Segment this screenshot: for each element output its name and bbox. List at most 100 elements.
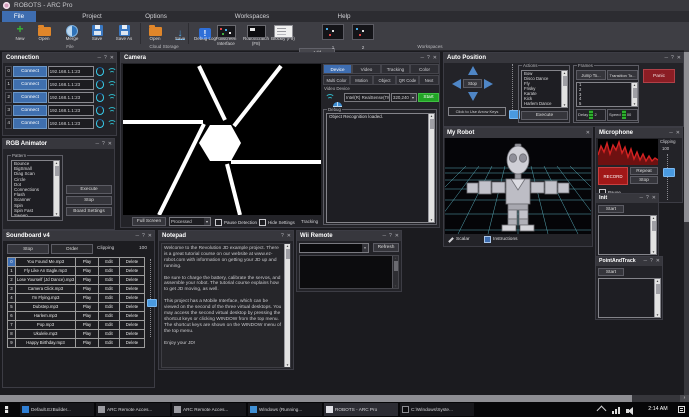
- chevron-down-icon[interactable]: ▾: [362, 244, 368, 252]
- frame-item[interactable]: 5: [577, 102, 637, 107]
- execute-button[interactable]: Execute: [66, 185, 112, 194]
- clipping-slider[interactable]: [667, 154, 668, 200]
- edit-button[interactable]: Edit: [98, 330, 119, 338]
- arrow-left-button[interactable]: [452, 79, 461, 89]
- refresh-button[interactable]: Refresh: [373, 243, 399, 252]
- cloud-save-button[interactable]: ↓ Save: [167, 23, 193, 41]
- delete-button[interactable]: Delete: [119, 330, 144, 338]
- close-icon[interactable]: ✕: [676, 130, 680, 136]
- help-icon[interactable]: ?: [671, 55, 674, 61]
- edit-button[interactable]: Edit: [98, 294, 119, 302]
- help-icon[interactable]: ?: [646, 195, 649, 201]
- save-as-button[interactable]: Save As: [110, 23, 138, 41]
- taskbar-item-1[interactable]: Default.EzBuilder...: [20, 403, 94, 416]
- play-button[interactable]: Play: [75, 294, 98, 302]
- play-button[interactable]: Play: [75, 303, 98, 311]
- close-icon[interactable]: ✕: [677, 55, 681, 61]
- taskbar-item-2[interactable]: ARC Remote Acces...: [96, 403, 170, 416]
- address-field[interactable]: 192.168.1.1:23: [48, 92, 94, 103]
- play-button[interactable]: Play: [75, 330, 98, 338]
- help-icon[interactable]: ?: [281, 233, 284, 239]
- close-icon[interactable]: ✕: [148, 233, 152, 239]
- arrow-right-button[interactable]: [484, 79, 493, 89]
- tab-file[interactable]: File: [2, 11, 36, 22]
- save-button[interactable]: Save: [84, 23, 110, 41]
- help-icon[interactable]: ?: [427, 55, 430, 61]
- play-button[interactable]: Play: [75, 258, 98, 266]
- init-log-list[interactable]: [598, 215, 657, 255]
- settings-swirl-icon[interactable]: [96, 67, 104, 76]
- delete-button[interactable]: Delete: [119, 339, 144, 347]
- camera-tab-next[interactable]: Next: [419, 75, 439, 85]
- minimize-icon[interactable]: ─: [95, 141, 99, 147]
- wifi-icon[interactable]: [106, 80, 116, 89]
- tray-expand-icon[interactable]: [597, 406, 607, 416]
- soundboard-volume-slider[interactable]: [150, 259, 151, 337]
- soundboard-stop-button[interactable]: Stop: [7, 244, 49, 254]
- delete-button[interactable]: Delete: [119, 294, 144, 302]
- robot-3d-view[interactable]: [445, 138, 591, 234]
- delete-button[interactable]: Delete: [119, 303, 144, 311]
- minimize-icon[interactable]: ─: [135, 233, 139, 239]
- chevron-down-icon[interactable]: ▼: [410, 94, 416, 101]
- frames-scrollbar[interactable]: [631, 83, 637, 106]
- minimize-icon[interactable]: ─: [382, 233, 386, 239]
- address-field[interactable]: 192.168.1.1:23: [48, 118, 94, 129]
- pattern-list-scrollbar[interactable]: [53, 161, 59, 216]
- instructions-button[interactable]: Instructions: [484, 236, 518, 243]
- resolution-dropdown[interactable]: 320,240▼: [391, 93, 417, 102]
- workspace-vertical-scrollbar[interactable]: [684, 50, 689, 395]
- delete-button[interactable]: Delete: [119, 267, 144, 275]
- wifi-icon[interactable]: [106, 67, 116, 76]
- open-button[interactable]: Open: [31, 23, 57, 41]
- pause-detection-checkbox[interactable]: Pause Detection: [215, 219, 257, 226]
- delete-button[interactable]: Delete: [119, 285, 144, 293]
- camera-tab-multi-color[interactable]: Multi Color: [323, 75, 350, 85]
- pattern-list[interactable]: BounceBigSmallDiag ScanCircleDotConnecti…: [11, 160, 60, 217]
- network-icon[interactable]: [612, 407, 620, 414]
- soundboard-order-button[interactable]: Order: [51, 244, 93, 254]
- notepad-scrollbar[interactable]: [284, 244, 290, 367]
- close-icon[interactable]: ✕: [586, 130, 590, 136]
- arrow-up-button[interactable]: [468, 66, 478, 75]
- pat-log-list[interactable]: [598, 278, 661, 318]
- connect-button[interactable]: Connect: [13, 66, 46, 77]
- repeat-button[interactable]: Repeat: [630, 167, 658, 175]
- video-device-dropdown[interactable]: Intel(R) RealSense(TM) 3D: [344, 93, 390, 102]
- minimize-icon[interactable]: ─: [97, 55, 101, 61]
- wii-device-dropdown[interactable]: ▾: [299, 243, 369, 253]
- play-button[interactable]: Play: [75, 285, 98, 293]
- edit-button[interactable]: Edit: [98, 303, 119, 311]
- fullscreen-interface-button[interactable]: Fullscreen Interface: [211, 23, 241, 46]
- full-screen-button[interactable]: Full Screen: [132, 217, 166, 226]
- camera-tab-video[interactable]: Video: [352, 64, 381, 74]
- minimize-icon[interactable]: ─: [643, 258, 647, 264]
- camera-tab-device[interactable]: Device: [323, 64, 352, 74]
- play-button[interactable]: Play: [75, 276, 98, 284]
- actions-scrollbar[interactable]: [561, 71, 567, 107]
- close-icon[interactable]: ✕: [656, 258, 660, 264]
- transition-to-button[interactable]: Transition To...: [607, 70, 638, 80]
- blockly-button[interactable]: Blockly (F9): [269, 23, 297, 41]
- minimize-icon[interactable]: ─: [669, 130, 673, 136]
- help-icon[interactable]: ?: [104, 55, 107, 61]
- speed-spinner[interactable]: Speed 00: [607, 109, 638, 121]
- wifi-icon[interactable]: [106, 106, 116, 115]
- camera-mode-dropdown[interactable]: Processed▼: [169, 217, 211, 226]
- mic-stop-button[interactable]: Stop: [630, 176, 658, 184]
- dpad-stop-button[interactable]: Stop: [463, 79, 482, 88]
- init-start-button[interactable]: Start: [598, 205, 624, 213]
- play-button[interactable]: Play: [75, 321, 98, 329]
- stop-button[interactable]: Stop: [66, 196, 112, 205]
- settings-swirl-icon[interactable]: [96, 80, 104, 89]
- close-icon[interactable]: ✕: [110, 55, 114, 61]
- minimize-icon[interactable]: ─: [639, 195, 643, 201]
- edit-button[interactable]: Edit: [98, 276, 119, 284]
- settings-swirl-icon[interactable]: [96, 106, 104, 115]
- edit-button[interactable]: Edit: [98, 312, 119, 320]
- play-button[interactable]: Play: [75, 267, 98, 275]
- workspace-horizontal-scrollbar[interactable]: ›: [0, 395, 689, 402]
- taskbar-item-6[interactable]: C:\Windows\Syste...: [400, 403, 474, 416]
- edit-button[interactable]: Edit: [98, 321, 119, 329]
- record-button[interactable]: RECORD: [598, 167, 628, 185]
